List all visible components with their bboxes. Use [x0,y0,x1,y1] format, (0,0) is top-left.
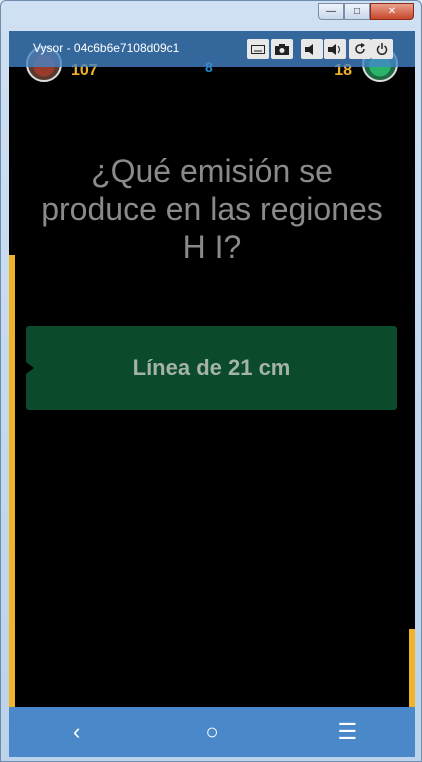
keyboard-icon[interactable] [247,39,269,59]
player-left-progress-bar [9,255,15,707]
android-navbar: ‹ ○ ☰ [9,707,415,757]
question-text: ¿Qué emisión se produce en las regiones … [41,153,383,265]
window-title: Vysor - 04c6b6e7108d09c1 [33,41,180,55]
device-screen: 107 18 8 Vysor - 04c6b6e7108d09c1 ¿Qué e… [9,31,415,757]
answer-option[interactable]: Línea de 21 cm [26,326,397,410]
maximize-button[interactable]: □ [344,3,370,20]
camera-icon[interactable] [271,39,293,59]
rotate-icon[interactable] [349,39,371,59]
window-controls: — □ ✕ [318,3,414,20]
volume-up-icon[interactable] [324,39,346,59]
home-icon[interactable]: ○ [182,719,242,745]
power-icon[interactable] [371,39,393,59]
back-icon[interactable]: ‹ [47,719,107,745]
close-button[interactable]: ✕ [370,3,414,20]
vysor-toolbar: Vysor - 04c6b6e7108d09c1 [9,31,415,67]
player-right-progress-bar [409,629,415,707]
minimize-button[interactable]: — [318,3,344,20]
app-window: — □ ✕ 107 18 8 Vysor - 04c6b6e7108d09c1 [0,0,422,762]
volume-down-icon[interactable] [301,39,323,59]
answer-pointer [26,362,34,374]
menu-icon[interactable]: ☰ [317,719,377,745]
answer-label: Línea de 21 cm [132,355,291,380]
